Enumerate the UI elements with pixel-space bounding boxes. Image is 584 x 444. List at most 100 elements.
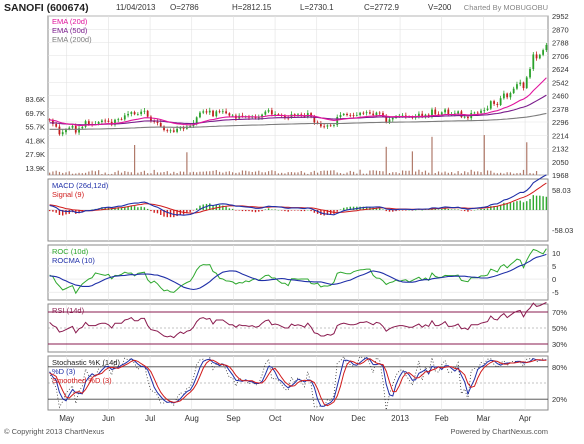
chart-canvas: SANOFI (600674) 11/04/2013 O=2786 H=2812… (0, 0, 584, 439)
volume-bar (340, 173, 341, 175)
volume-bar (69, 171, 70, 175)
candle-body (130, 112, 132, 114)
volume-bar (95, 171, 96, 175)
volume-bar (193, 172, 194, 175)
volume-bar (539, 175, 540, 176)
candle-body (137, 114, 139, 115)
volume-bar (101, 174, 102, 175)
candle-body (519, 83, 521, 85)
candle-body (362, 113, 364, 114)
macd-histogram-bar (235, 210, 236, 211)
macd-histogram-bar (65, 210, 66, 214)
rsi-panel (48, 302, 548, 344)
volume-tick-label: 55.7K (25, 123, 45, 132)
candle-body (389, 119, 391, 122)
macd-tick-label: -58.03 (552, 226, 573, 235)
volume-bar (484, 135, 485, 175)
macd-histogram-bar (337, 210, 338, 212)
candle-body (157, 122, 159, 123)
volume-bar (232, 172, 233, 175)
volume-bar (464, 171, 465, 175)
volume-bar (144, 171, 145, 175)
candle-body (353, 115, 355, 116)
stochastic-panel (48, 357, 548, 411)
candle-body (343, 114, 345, 115)
candle-body (366, 112, 368, 113)
macd-histogram-bar (238, 210, 239, 211)
candle-body (140, 112, 142, 114)
candle-body (493, 101, 495, 104)
chart-window: SANOFI (600674) 11/04/2013 O=2786 H=2812… (0, 0, 584, 439)
volume-bar (258, 171, 259, 175)
roc-line (50, 249, 547, 294)
candle-body (457, 111, 459, 113)
volume-bar (359, 170, 360, 175)
roc-tick-label: -5 (552, 288, 559, 297)
volume-bar (369, 171, 370, 175)
volume-bar (278, 173, 279, 175)
volume-bar (324, 171, 325, 175)
candle-body (532, 54, 534, 69)
price-tick-label: 2542 (552, 78, 569, 87)
candle-body (219, 111, 221, 112)
candle-body (526, 77, 528, 88)
macd-histogram-bar (533, 195, 534, 210)
volume-bar (307, 174, 308, 175)
candle-body (206, 111, 208, 112)
volume-bar (170, 173, 171, 175)
candle-body (62, 132, 64, 134)
symbol-title: SANOFI (600674) (4, 2, 89, 14)
macd-histogram-bar (255, 210, 256, 212)
volume-bar (471, 170, 472, 175)
candle-body (72, 126, 74, 128)
volume-bar (350, 171, 351, 175)
quote-high: H=2812.15 (232, 3, 272, 12)
volume-bar (85, 173, 86, 175)
volume-bar (219, 172, 220, 175)
volume-bar (441, 173, 442, 175)
volume-bar (405, 171, 406, 175)
volume-bar (203, 172, 204, 175)
volume-bar (134, 145, 135, 175)
macd-histogram-bar (506, 203, 507, 210)
grid-lines (48, 16, 548, 410)
macd-histogram-bar (229, 208, 230, 210)
quote-low: L=2730.1 (300, 3, 334, 12)
volume-bar (141, 172, 142, 175)
candle-body (474, 113, 476, 114)
price-tick-label: 2706 (552, 52, 569, 61)
candle-body (376, 113, 378, 116)
volume-bar (425, 171, 426, 175)
volume-bar (493, 173, 494, 175)
roc-legend-item: ROCMA (10) (52, 256, 95, 265)
volume-bar (536, 171, 537, 175)
candle-body (539, 55, 541, 59)
stochastic-tick-label: 20% (552, 395, 567, 404)
macd-histogram-bar (523, 202, 524, 210)
price-tick-label: 2952 (552, 12, 569, 21)
volume-bar (127, 172, 128, 175)
volume-bar (121, 173, 122, 175)
volume-bar (288, 172, 289, 175)
volume-bar (314, 171, 315, 175)
macd-histogram-bar (461, 210, 462, 211)
macd-histogram-bar (180, 210, 181, 215)
volume-tick-label: 27.9K (25, 150, 45, 159)
macd-histogram-bar (52, 210, 53, 212)
volume-bar (209, 171, 210, 175)
candle-body (444, 110, 446, 113)
macd-histogram-bar (157, 210, 158, 213)
volume-bar (180, 171, 181, 175)
roc-panel (50, 249, 547, 294)
candle-body (173, 130, 175, 131)
volume-bars (49, 135, 540, 175)
candle-body (529, 69, 531, 77)
volume-bar (186, 152, 187, 175)
volume-bar (150, 173, 151, 175)
volume-bar (382, 171, 383, 175)
volume-bar (62, 173, 63, 175)
volume-bar (111, 174, 112, 175)
candle-body (490, 101, 492, 108)
candle-body (81, 127, 83, 128)
volume-bar (337, 172, 338, 175)
